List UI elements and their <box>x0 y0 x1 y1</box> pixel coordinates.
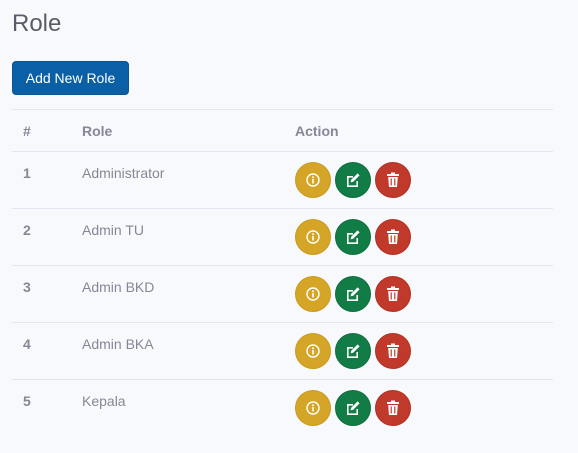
table-row: 1 Administrator <box>12 152 553 209</box>
info-button[interactable] <box>295 162 331 198</box>
add-new-role-button[interactable]: Add New Role <box>12 61 129 95</box>
trash-icon <box>386 172 400 188</box>
info-button[interactable] <box>295 219 331 255</box>
edit-icon <box>345 229 361 245</box>
delete-button[interactable] <box>375 219 411 255</box>
edit-icon <box>345 286 361 302</box>
trash-icon <box>386 343 400 359</box>
header-number: # <box>23 123 31 139</box>
row-actions <box>295 266 553 323</box>
action-button-group <box>295 219 553 255</box>
header-action: Action <box>295 123 339 139</box>
role-table-container: # Role Action 1 Administrator 2 Admin TU 3 Ad… <box>12 109 553 437</box>
edit-button[interactable] <box>335 333 371 369</box>
row-role-name: Admin TU <box>82 222 144 238</box>
info-button[interactable] <box>295 276 331 312</box>
trash-icon <box>386 229 400 245</box>
row-role-name: Administrator <box>82 165 165 181</box>
table-row: 2 Admin TU <box>12 209 553 266</box>
header-role: Role <box>82 123 113 139</box>
row-actions <box>295 209 553 266</box>
row-role-name: Kepala <box>82 393 126 409</box>
row-role-name: Admin BKA <box>82 336 154 352</box>
edit-button[interactable] <box>335 162 371 198</box>
row-actions <box>295 380 553 437</box>
table-header-row: # Role Action <box>12 109 553 152</box>
row-role-name: Admin BKD <box>82 279 155 295</box>
edit-button[interactable] <box>335 276 371 312</box>
table-row: 3 Admin BKD <box>12 266 553 323</box>
delete-button[interactable] <box>375 162 411 198</box>
trash-icon <box>386 400 400 416</box>
info-icon <box>306 173 320 187</box>
action-button-group <box>295 276 553 312</box>
row-number: 5 <box>23 393 31 409</box>
edit-button[interactable] <box>335 219 371 255</box>
row-number: 4 <box>23 336 31 352</box>
info-icon <box>306 344 320 358</box>
info-icon <box>306 401 320 415</box>
info-button[interactable] <box>295 390 331 426</box>
row-number: 2 <box>23 222 31 238</box>
page-title: Role <box>12 10 62 37</box>
edit-icon <box>345 343 361 359</box>
row-number: 3 <box>23 279 31 295</box>
row-actions <box>295 152 553 209</box>
delete-button[interactable] <box>375 276 411 312</box>
edit-icon <box>345 400 361 416</box>
edit-button[interactable] <box>335 390 371 426</box>
action-button-group <box>295 390 553 426</box>
action-button-group <box>295 162 553 198</box>
info-icon <box>306 230 320 244</box>
action-button-group <box>295 333 553 369</box>
row-number: 1 <box>23 165 31 181</box>
row-actions <box>295 323 553 380</box>
info-button[interactable] <box>295 333 331 369</box>
delete-button[interactable] <box>375 333 411 369</box>
trash-icon <box>386 286 400 302</box>
info-icon <box>306 287 320 301</box>
delete-button[interactable] <box>375 390 411 426</box>
table-row: 5 Kepala <box>12 380 553 437</box>
edit-icon <box>345 172 361 188</box>
role-table: # Role Action 1 Administrator 2 Admin TU 3 Ad… <box>12 109 553 437</box>
table-row: 4 Admin BKA <box>12 323 553 380</box>
